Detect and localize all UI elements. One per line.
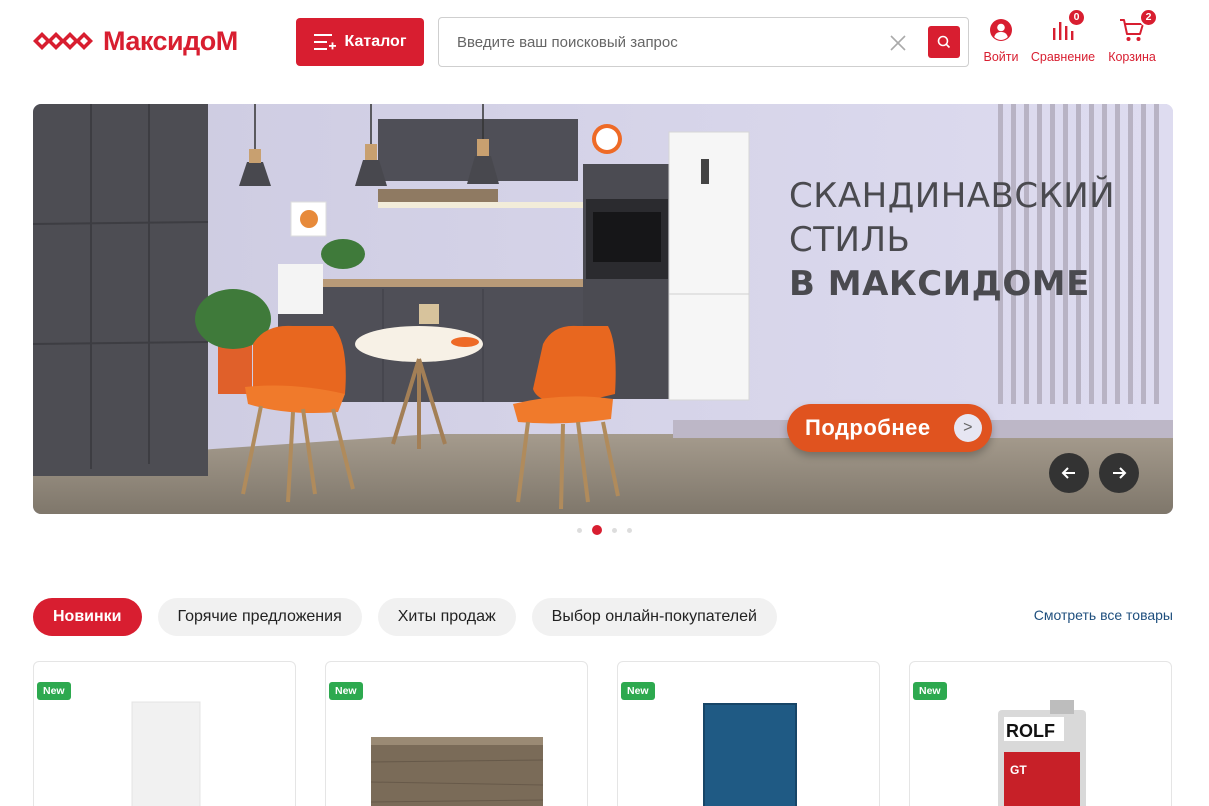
arrow-left-icon	[1061, 467, 1075, 479]
banner-line-2: СТИЛЬ	[789, 220, 911, 260]
see-all-link[interactable]: Смотреть все товары	[1034, 607, 1173, 623]
blue-rug-image	[703, 703, 797, 806]
carousel-dot[interactable]	[577, 527, 582, 533]
product-tabs: Новинки Горячие предложения Хиты продаж …	[33, 598, 793, 636]
banner-line-3: В МАКСИДОМЕ	[789, 264, 1090, 304]
svg-text:GT: GT	[1010, 763, 1027, 777]
user-icon	[990, 19, 1012, 41]
new-badge: New	[913, 682, 947, 700]
login-button[interactable]: Войти	[980, 14, 1022, 64]
carousel-dots	[577, 525, 642, 535]
site-header: МаксидоМ Каталог Введите ваш поисковый з…	[0, 0, 1209, 90]
arrow-right-icon: >	[954, 414, 982, 442]
arrow-right-icon	[1113, 467, 1127, 479]
tab-new[interactable]: Новинки	[33, 598, 142, 636]
carousel-dot[interactable]	[592, 525, 602, 535]
svg-text:ROLF: ROLF	[1006, 721, 1055, 741]
login-label: Войти	[983, 50, 1019, 64]
more-button[interactable]: Подробнее >	[787, 404, 992, 452]
product-card[interactable]: ROLF GT New	[909, 661, 1172, 806]
compare-count-badge: 0	[1067, 8, 1086, 27]
white-panel-image	[131, 701, 201, 806]
catalog-button[interactable]: Каталог	[296, 18, 424, 66]
tab-online-choice[interactable]: Выбор онлайн-покупателей	[531, 598, 777, 636]
more-button-label: Подробнее	[805, 415, 931, 440]
kitchen-scene-image	[33, 104, 1173, 514]
carousel-dot[interactable]	[612, 527, 617, 533]
search-icon	[937, 35, 951, 49]
carousel-dot[interactable]	[627, 527, 632, 533]
promo-banner[interactable]: СКАНДИНАВСКИЙ СТИЛЬ В МАКСИДОМЕ Подробне…	[33, 104, 1173, 514]
logo-text: МаксидоМ	[103, 25, 238, 56]
cart-button[interactable]: 2 Корзина	[1104, 8, 1160, 64]
logo[interactable]: МаксидоМ	[33, 26, 238, 56]
compare-button[interactable]: 0 Сравнение	[1027, 8, 1099, 64]
new-badge: New	[37, 682, 71, 700]
clear-search-icon[interactable]	[888, 33, 908, 53]
cart-count-badge: 2	[1139, 8, 1158, 27]
menu-icon	[313, 34, 336, 50]
compare-label: Сравнение	[1030, 50, 1096, 64]
search-input[interactable]	[440, 19, 870, 65]
new-badge: New	[621, 682, 655, 700]
rolf-oil-can-image: ROLF GT	[998, 700, 1086, 806]
tab-hot-offers[interactable]: Горячие предложения	[157, 598, 362, 636]
product-card[interactable]: New	[325, 661, 588, 806]
cart-label: Корзина	[1108, 50, 1156, 64]
banner-next-button[interactable]	[1099, 453, 1139, 493]
product-card[interactable]: New	[33, 661, 296, 806]
search-box	[438, 17, 969, 67]
banner-title: СКАНДИНАВСКИЙ СТИЛЬ В МАКСИДОМЕ	[789, 174, 1115, 306]
search-button[interactable]	[928, 26, 960, 58]
new-badge: New	[329, 682, 363, 700]
product-card[interactable]: New	[617, 661, 880, 806]
banner-line-1: СКАНДИНАВСКИЙ	[789, 176, 1116, 216]
wood-laminate-image	[370, 737, 544, 806]
logo-mark-icon	[33, 32, 93, 50]
catalog-label: Каталог	[344, 33, 407, 50]
banner-prev-button[interactable]	[1049, 453, 1089, 493]
tab-bestsellers[interactable]: Хиты продаж	[377, 598, 516, 636]
